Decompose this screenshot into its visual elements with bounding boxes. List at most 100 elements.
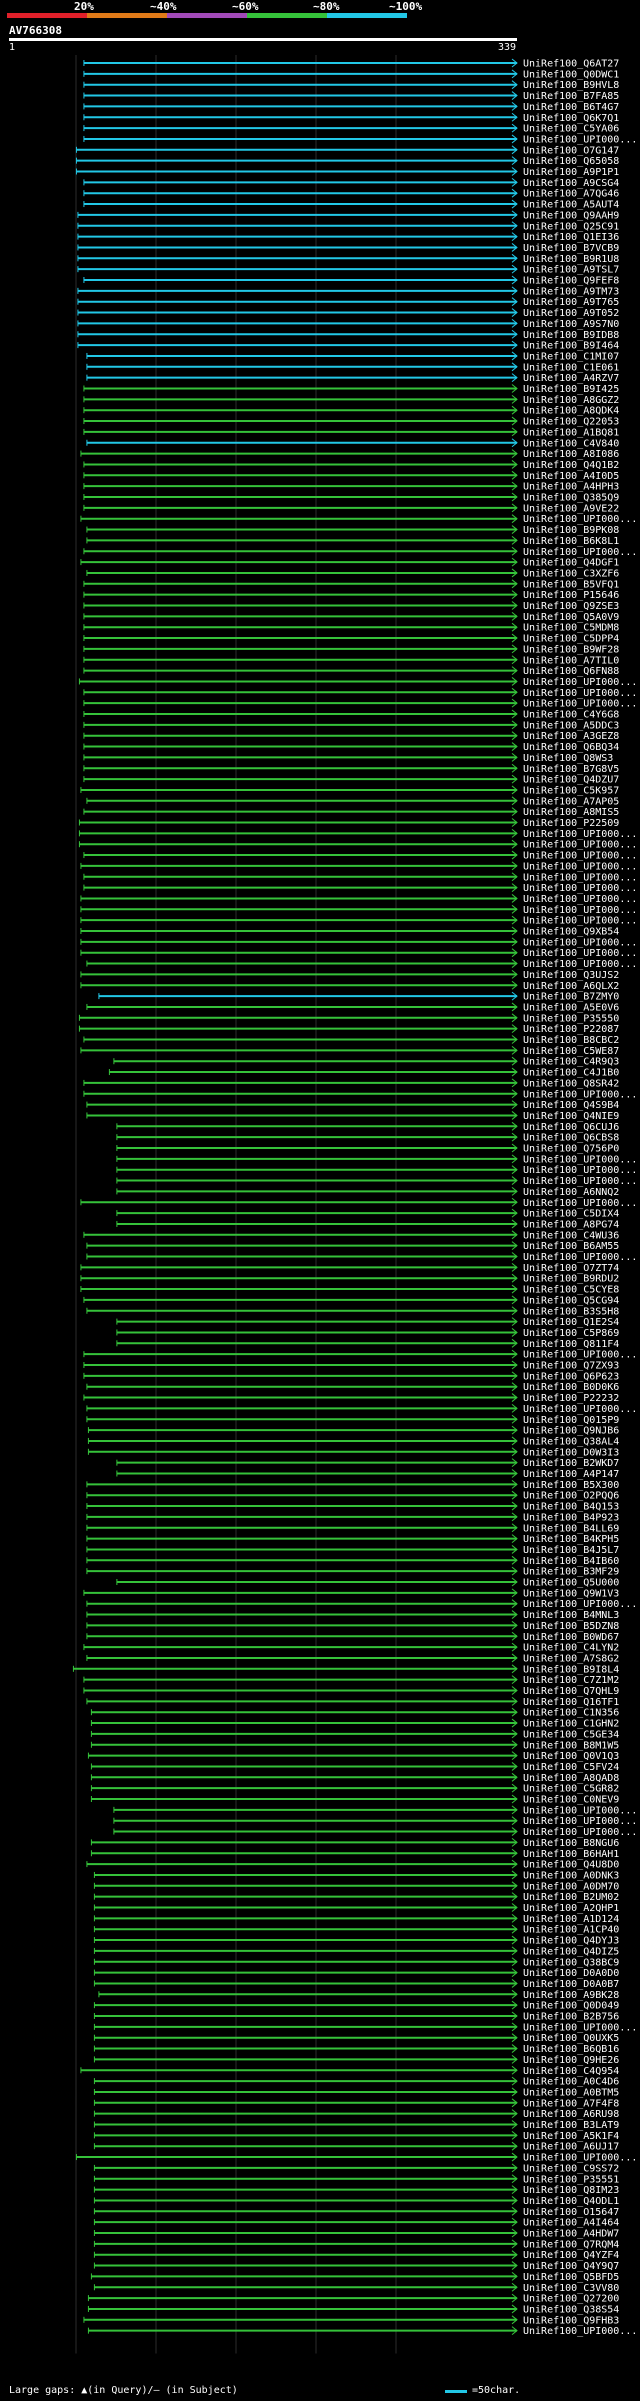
hit-label[interactable]: UniRef100_Q7QHL9 (523, 1686, 619, 1697)
hit-label[interactable]: UniRef100_UPI000... (523, 1350, 637, 1361)
hit-label[interactable]: UniRef100_Q385Q9 (523, 493, 619, 504)
hit-label[interactable]: UniRef100_B7VCB9 (523, 243, 619, 254)
hit-label[interactable]: UniRef100_A1D124 (523, 1914, 619, 1925)
hit-label[interactable]: UniRef100_C0NEV9 (523, 1795, 619, 1806)
hit-label[interactable]: UniRef100_P35550 (523, 1013, 619, 1024)
hit-label[interactable]: UniRef100_B7G8V5 (523, 764, 619, 775)
hit-label[interactable]: UniRef100_A6QLX2 (523, 981, 619, 992)
hit-label[interactable]: UniRef100_C5P869 (523, 1328, 619, 1339)
hit-label[interactable]: UniRef100_B0D0K6 (523, 1382, 619, 1393)
hit-label[interactable]: UniRef100_C4WU36 (523, 1230, 619, 1241)
hit-label[interactable]: UniRef100_UPI000... (523, 861, 637, 872)
hit-label[interactable]: UniRef100_A0C4D6 (523, 2077, 619, 2088)
hit-label[interactable]: UniRef100_UPI000... (523, 514, 637, 525)
hit-label[interactable]: UniRef100_Q0UXK5 (523, 2033, 619, 2044)
hit-label[interactable]: UniRef100_B6T4G7 (523, 102, 619, 113)
hit-label[interactable]: UniRef100_UPI000... (523, 1404, 637, 1415)
hit-label[interactable]: UniRef100_B2B756 (523, 2012, 619, 2023)
hit-label[interactable]: UniRef100_Q6K7Q1 (523, 113, 619, 124)
hit-label[interactable]: UniRef100_B4Q153 (523, 1502, 619, 1513)
hit-label[interactable]: UniRef100_Q6CBS8 (523, 1133, 619, 1144)
hit-label[interactable]: UniRef100_A6UJ17 (523, 2142, 619, 2153)
hit-label[interactable]: UniRef100_Q6P623 (523, 1371, 619, 1382)
hit-label[interactable]: UniRef100_Q3UJS2 (523, 970, 619, 981)
hit-label[interactable]: UniRef100_UPI000... (523, 959, 637, 970)
hit-label[interactable]: UniRef100_UPI000... (523, 1252, 637, 1263)
hit-label[interactable]: UniRef100_A9T052 (523, 308, 619, 319)
hit-label[interactable]: UniRef100_A9P1P1 (523, 167, 619, 178)
hit-label[interactable]: UniRef100_A0BTM5 (523, 2087, 619, 2098)
hit-label[interactable]: UniRef100_Q1E2S4 (523, 1317, 619, 1328)
hit-label[interactable]: UniRef100_Q4DGF1 (523, 558, 619, 569)
hit-label[interactable]: UniRef100_C1MI07 (523, 351, 619, 362)
hit-label[interactable]: UniRef100_UPI000... (523, 1176, 637, 1187)
hit-label[interactable]: UniRef100_B6AM55 (523, 1241, 619, 1252)
hit-label[interactable]: UniRef100_Q4NIE9 (523, 1111, 619, 1122)
hit-label[interactable]: UniRef100_Q5A0V9 (523, 612, 619, 623)
hit-label[interactable]: UniRef100_Q5U000 (523, 1578, 619, 1589)
hit-label[interactable]: UniRef100_B8NGU6 (523, 1838, 619, 1849)
hit-label[interactable]: UniRef100_A4RZV7 (523, 373, 619, 384)
hit-label[interactable]: UniRef100_B9I464 (523, 341, 619, 352)
hit-label[interactable]: UniRef100_Q6BQ34 (523, 742, 619, 753)
hit-label[interactable]: UniRef100_UPI000... (523, 1198, 637, 1209)
hit-label[interactable]: UniRef100_Q756P0 (523, 1144, 619, 1155)
hit-label[interactable]: UniRef100_Q16TF1 (523, 1697, 619, 1708)
hit-label[interactable]: UniRef100_A5AUT4 (523, 200, 619, 211)
hit-label[interactable]: UniRef100_C5K957 (523, 785, 619, 796)
hit-label[interactable]: UniRef100_A9TM73 (523, 286, 619, 297)
hit-label[interactable]: UniRef100_C4R9Q3 (523, 1057, 619, 1068)
hit-label[interactable]: UniRef100_B2WKD7 (523, 1458, 619, 1469)
hit-label[interactable]: UniRef100_Q7RQM4 (523, 2239, 619, 2250)
hit-label[interactable]: UniRef100_A6RU98 (523, 2109, 619, 2120)
hit-label[interactable]: UniRef100_A1CP40 (523, 1925, 619, 1936)
hit-label[interactable]: UniRef100_B5DZN8 (523, 1621, 619, 1632)
hit-label[interactable]: UniRef100_D0A0D0 (523, 1968, 619, 1979)
hit-label[interactable]: UniRef100_O7ZT74 (523, 1263, 619, 1274)
hit-label[interactable]: UniRef100_Q4YZF4 (523, 2250, 619, 2261)
hit-label[interactable]: UniRef100_UPI000... (523, 699, 637, 710)
hit-label[interactable]: UniRef100_Q9ZSE3 (523, 601, 619, 612)
hit-label[interactable]: UniRef100_Q9FHB3 (523, 2315, 619, 2326)
hit-label[interactable]: UniRef100_Q9HE26 (523, 2055, 619, 2066)
hit-label[interactable]: UniRef100_UPI000... (523, 1165, 637, 1176)
hit-label[interactable]: UniRef100_A7AP05 (523, 796, 619, 807)
hit-label[interactable]: UniRef100_UPI000... (523, 872, 637, 883)
hit-label[interactable]: UniRef100_A7QG46 (523, 189, 619, 200)
hit-label[interactable]: UniRef100_P15646 (523, 590, 619, 601)
hit-label[interactable]: UniRef100_P35551 (523, 2174, 619, 2185)
hit-label[interactable]: UniRef100_Q9FEF8 (523, 276, 619, 287)
hit-label[interactable]: UniRef100_B9IDB8 (523, 330, 619, 341)
hit-label[interactable]: UniRef100_Q38S54 (523, 2304, 619, 2315)
hit-label[interactable]: UniRef100_B4IB60 (523, 1556, 619, 1567)
hit-label[interactable]: UniRef100_B8CBC2 (523, 1035, 619, 1046)
hit-label[interactable]: UniRef100_Q4DIZ5 (523, 1946, 619, 1957)
hit-label[interactable]: UniRef100_B9R1U8 (523, 254, 619, 265)
hit-label[interactable]: UniRef100_B8M1W5 (523, 1740, 619, 1751)
hit-label[interactable]: UniRef100_A9VE22 (523, 503, 619, 514)
hit-label[interactable]: UniRef100_C4V840 (523, 438, 619, 449)
hit-label[interactable]: UniRef100_P22509 (523, 818, 619, 829)
hit-label[interactable]: UniRef100_C5CYE8 (523, 1285, 619, 1296)
hit-label[interactable]: UniRef100_B9I425 (523, 384, 619, 395)
hit-label[interactable]: UniRef100_A5E0V6 (523, 1002, 619, 1013)
hit-label[interactable]: UniRef100_UPI000... (523, 851, 637, 862)
hit-label[interactable]: UniRef100_UPI000... (523, 916, 637, 927)
hit-label[interactable]: UniRef100_A8I086 (523, 449, 619, 460)
hit-label[interactable]: UniRef100_UPI000... (523, 1827, 637, 1838)
hit-label[interactable]: UniRef100_B4LL69 (523, 1523, 619, 1534)
hit-label[interactable]: UniRef100_Q7ZX93 (523, 1361, 619, 1372)
hit-label[interactable]: UniRef100_A8QDK4 (523, 406, 619, 417)
hit-label[interactable]: UniRef100_Q1EI36 (523, 232, 619, 243)
hit-label[interactable]: UniRef100_UPI000... (523, 937, 637, 948)
hit-label[interactable]: UniRef100_A0DM70 (523, 1881, 619, 1892)
hit-label[interactable]: UniRef100_UPI000... (523, 948, 637, 959)
hit-label[interactable]: UniRef100_A9T765 (523, 297, 619, 308)
hit-label[interactable]: UniRef100_Q4S9B4 (523, 1100, 619, 1111)
hit-label[interactable]: UniRef100_Q6AT27 (523, 59, 619, 70)
hit-label[interactable]: UniRef100_UPI000... (523, 547, 637, 558)
hit-label[interactable]: UniRef100_C5WE87 (523, 1046, 619, 1057)
hit-label[interactable]: UniRef100_Q015P9 (523, 1415, 619, 1426)
hit-label[interactable]: UniRef100_Q811F4 (523, 1339, 619, 1350)
hit-label[interactable]: UniRef100_Q0V1Q3 (523, 1751, 619, 1762)
